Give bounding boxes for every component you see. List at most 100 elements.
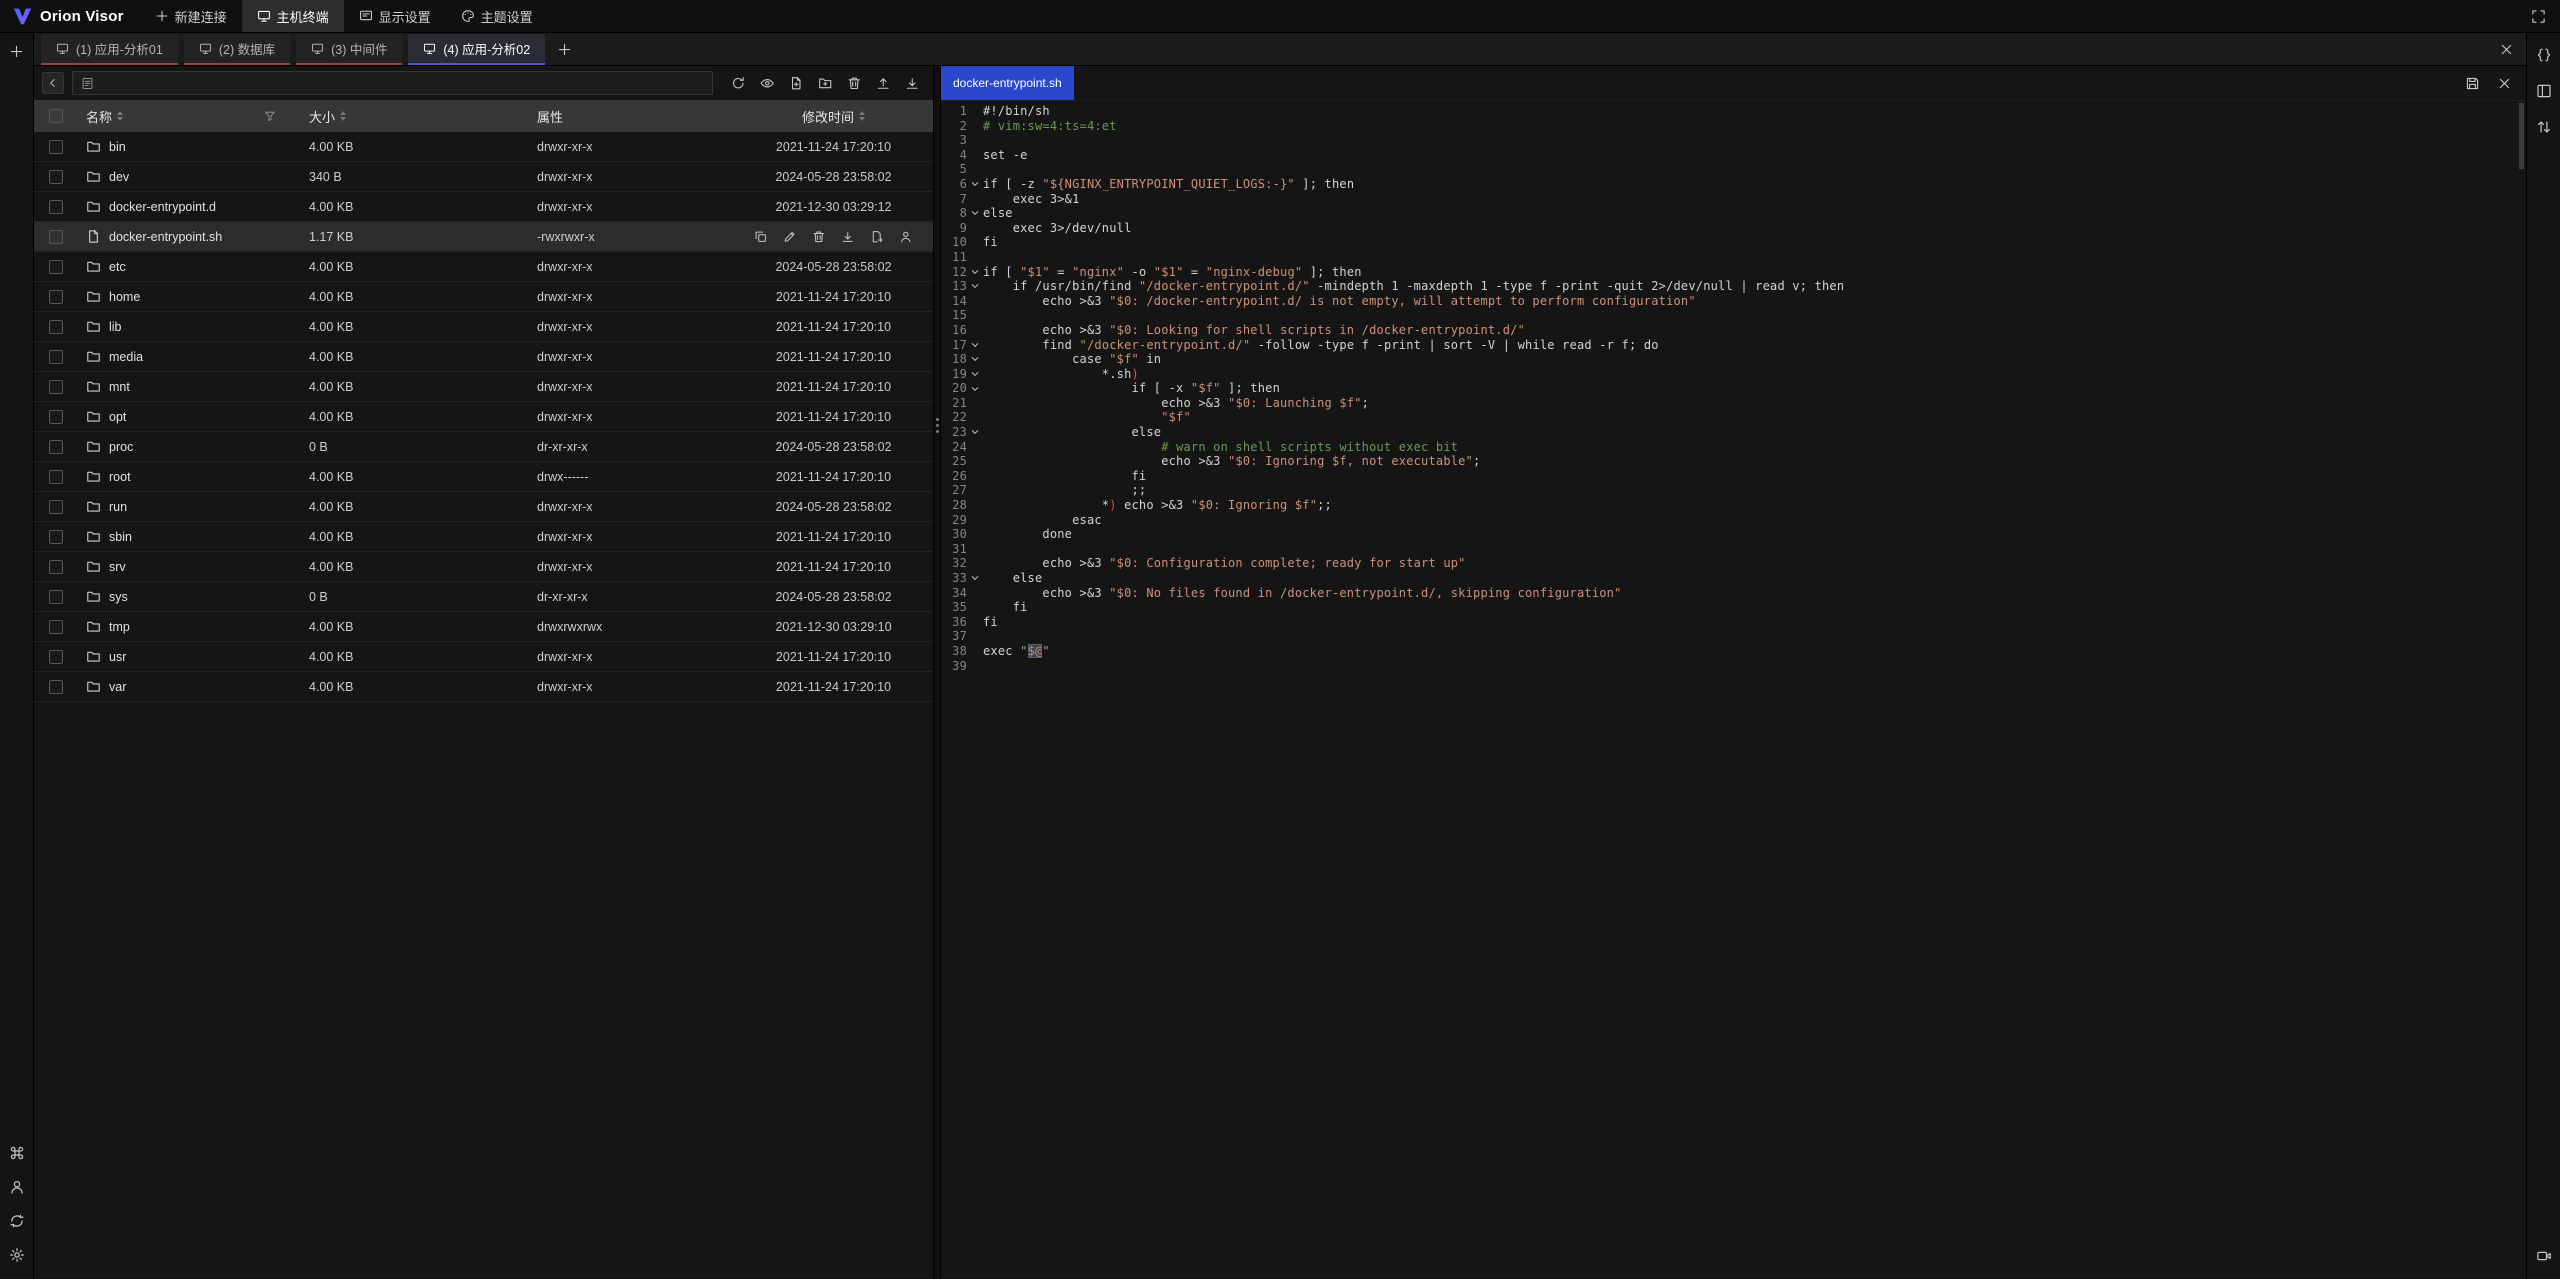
- code-text[interactable]: find "/docker-entrypoint.d/" -follow -ty…: [983, 338, 2526, 353]
- table-row[interactable]: run4.00 KBdrwxr-xr-x2024-05-28 23:58:02: [34, 492, 933, 522]
- code-text[interactable]: case "$f" in: [983, 352, 2526, 367]
- table-row[interactable]: opt4.00 KBdrwxr-xr-x2021-11-24 17:20:10: [34, 402, 933, 432]
- terminal-tab-2[interactable]: (2) 数据库: [184, 34, 290, 65]
- nav-item-display[interactable]: 显示设置: [344, 0, 446, 32]
- code-text[interactable]: # vim:sw=4:ts=4:et: [983, 119, 2526, 134]
- sync-icon[interactable]: [7, 1211, 27, 1231]
- nav-item-terminal[interactable]: 主机终端: [242, 0, 344, 32]
- folder-plus-icon[interactable]: [816, 73, 834, 93]
- code-text[interactable]: echo >&3 "$0: Ignoring $f, not executabl…: [983, 454, 2526, 469]
- table-row[interactable]: var4.00 KBdrwxr-xr-x2021-11-24 17:20:10: [34, 672, 933, 702]
- table-row[interactable]: sys0 Bdr-xr-xr-x2024-05-28 23:58:02: [34, 582, 933, 612]
- row-checkbox[interactable]: [49, 500, 63, 514]
- save-icon[interactable]: [2462, 73, 2482, 93]
- terminal-tab-4[interactable]: (4) 应用-分析02: [408, 34, 545, 65]
- row-checkbox[interactable]: [49, 260, 63, 274]
- table-row[interactable]: home4.00 KBdrwxr-xr-x2021-11-24 17:20:10: [34, 282, 933, 312]
- row-checkbox[interactable]: [49, 410, 63, 424]
- table-row[interactable]: usr4.00 KBdrwxr-xr-x2021-11-24 17:20:10: [34, 642, 933, 672]
- trash-icon[interactable]: [845, 73, 863, 93]
- column-header-mtime[interactable]: 修改时间: [734, 107, 933, 126]
- table-row[interactable]: bin4.00 KBdrwxr-xr-x2021-11-24 17:20:10: [34, 132, 933, 162]
- download-icon[interactable]: [840, 229, 856, 245]
- code-text[interactable]: # warn on shell scripts without exec bit: [983, 440, 2526, 455]
- code-text[interactable]: "$f": [983, 410, 2526, 425]
- settings-gear-icon[interactable]: [7, 1245, 27, 1265]
- code-text[interactable]: set -e: [983, 148, 2526, 163]
- column-header-name[interactable]: 名称: [78, 106, 288, 126]
- code-text[interactable]: [983, 308, 2526, 323]
- fold-icon[interactable]: [967, 265, 983, 280]
- code-text[interactable]: fi: [983, 615, 2526, 630]
- table-row[interactable]: docker-entrypoint.d4.00 KBdrwxr-xr-x2021…: [34, 192, 933, 222]
- code-text[interactable]: esac: [983, 513, 2526, 528]
- sort-name-icon[interactable]: [117, 111, 123, 121]
- braces-icon[interactable]: [2534, 45, 2554, 65]
- code-text[interactable]: if /usr/bin/find "/docker-entrypoint.d/"…: [983, 279, 2526, 294]
- editor-file-tab[interactable]: docker-entrypoint.sh: [941, 66, 1074, 100]
- code-text[interactable]: else: [983, 571, 2526, 586]
- row-checkbox[interactable]: [49, 650, 63, 664]
- fold-icon[interactable]: [967, 206, 983, 221]
- code-text[interactable]: [983, 542, 2526, 557]
- panel-toggle-icon[interactable]: [2534, 81, 2554, 101]
- edit-icon[interactable]: [782, 229, 798, 245]
- table-row[interactable]: tmp4.00 KBdrwxrwxrwx2021-12-30 03:29:10: [34, 612, 933, 642]
- editor-close-icon[interactable]: [2494, 73, 2514, 93]
- filter-icon[interactable]: [260, 106, 280, 126]
- fold-icon[interactable]: [967, 352, 983, 367]
- screen-record-icon[interactable]: [2534, 1246, 2554, 1266]
- row-checkbox[interactable]: [49, 620, 63, 634]
- fold-icon[interactable]: [967, 177, 983, 192]
- code-text[interactable]: done: [983, 527, 2526, 542]
- upload-icon[interactable]: [874, 73, 892, 93]
- code-text[interactable]: [983, 659, 2526, 674]
- code-text[interactable]: exec 3>/dev/null: [983, 221, 2526, 236]
- row-checkbox[interactable]: [49, 320, 63, 334]
- fold-icon[interactable]: [967, 571, 983, 586]
- download-icon[interactable]: [903, 73, 921, 93]
- row-checkbox[interactable]: [49, 140, 63, 154]
- table-row[interactable]: media4.00 KBdrwxr-xr-x2021-11-24 17:20:1…: [34, 342, 933, 372]
- table-row[interactable]: docker-entrypoint.sh1.17 KB-rwxrwxr-x: [34, 222, 933, 252]
- code-text[interactable]: echo >&3 "$0: /docker-entrypoint.d/ is n…: [983, 294, 2526, 309]
- move-icon[interactable]: [869, 229, 885, 245]
- code-text[interactable]: echo >&3 "$0: Configuration complete; re…: [983, 556, 2526, 571]
- code-text[interactable]: echo >&3 "$0: No files found in /docker-…: [983, 586, 2526, 601]
- fold-icon[interactable]: [967, 381, 983, 396]
- panel-splitter[interactable]: [933, 66, 941, 1279]
- row-checkbox[interactable]: [49, 680, 63, 694]
- table-row[interactable]: dev340 Bdrwxr-xr-x2024-05-28 23:58:02: [34, 162, 933, 192]
- eye-icon[interactable]: [758, 73, 776, 93]
- code-text[interactable]: [983, 629, 2526, 644]
- row-checkbox[interactable]: [49, 380, 63, 394]
- row-checkbox[interactable]: [49, 170, 63, 184]
- copy-icon[interactable]: [753, 229, 769, 245]
- add-tab-icon[interactable]: [554, 39, 574, 59]
- row-checkbox[interactable]: [49, 290, 63, 304]
- code-text[interactable]: echo >&3 "$0: Launching $f";: [983, 396, 2526, 411]
- code-text[interactable]: [983, 250, 2526, 265]
- refresh-icon[interactable]: [729, 73, 747, 93]
- terminal-tab-1[interactable]: (1) 应用-分析01: [41, 34, 178, 65]
- row-checkbox[interactable]: [49, 230, 63, 244]
- table-row[interactable]: srv4.00 KBdrwxr-xr-x2021-11-24 17:20:10: [34, 552, 933, 582]
- table-row[interactable]: etc4.00 KBdrwxr-xr-x2024-05-28 23:58:02: [34, 252, 933, 282]
- row-checkbox[interactable]: [49, 350, 63, 364]
- code-text[interactable]: [983, 133, 2526, 148]
- row-checkbox[interactable]: [49, 560, 63, 574]
- fold-icon[interactable]: [967, 279, 983, 294]
- code-text[interactable]: exec "$@": [983, 644, 2526, 659]
- row-checkbox[interactable]: [49, 470, 63, 484]
- code-text[interactable]: fi: [983, 600, 2526, 615]
- row-checkbox[interactable]: [49, 200, 63, 214]
- code-text[interactable]: *.sh): [983, 367, 2526, 382]
- code-text[interactable]: if [ -z "${NGINX_ENTRYPOINT_QUIET_LOGS:-…: [983, 177, 2526, 192]
- code-area[interactable]: 1#!/bin/sh2# vim:sw=4:ts=4:et3 4set -e5 …: [941, 101, 2526, 1279]
- terminal-tab-3[interactable]: (3) 中间件: [296, 34, 402, 65]
- row-checkbox[interactable]: [49, 590, 63, 604]
- fold-icon[interactable]: [967, 338, 983, 353]
- file-plus-icon[interactable]: [787, 73, 805, 93]
- new-connection-icon[interactable]: [7, 41, 27, 61]
- fullscreen-icon[interactable]: [2528, 6, 2548, 26]
